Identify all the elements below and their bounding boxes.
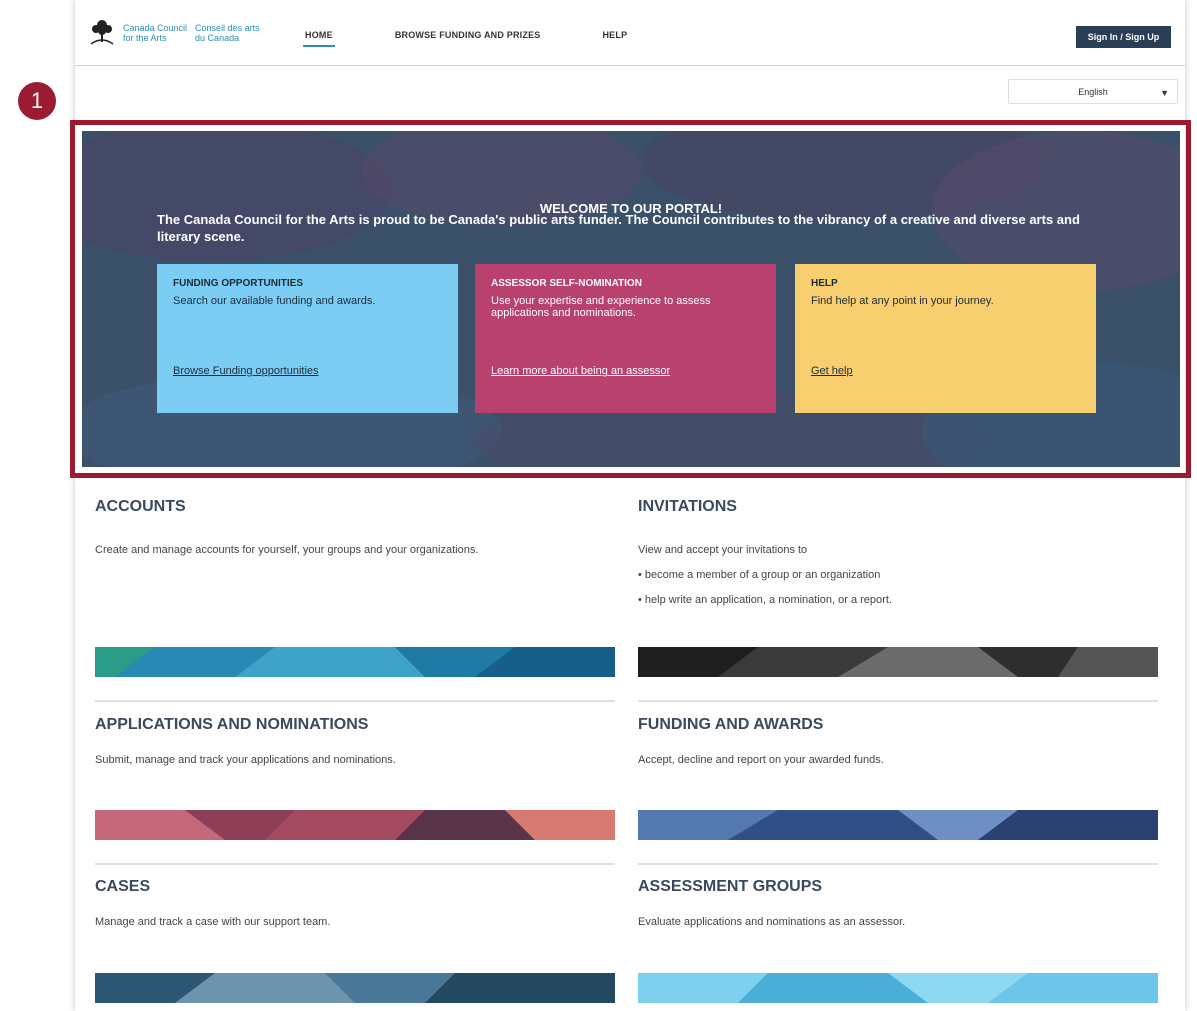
logo-fr-line2: du Canada	[195, 33, 240, 43]
nav-browse-funding[interactable]: BROWSE FUNDING AND PRIZES	[395, 30, 541, 40]
logo-en-line2: for the Arts	[123, 33, 167, 43]
nav-home[interactable]: HOME	[303, 30, 335, 47]
cases-banner	[95, 973, 615, 1003]
invitations-desc: View and accept your invitations to	[638, 544, 808, 556]
annotation-marker: 1	[18, 82, 56, 120]
applications-desc: Submit, manage and track your applicatio…	[95, 754, 396, 766]
applications-title: APPLICATIONS AND NOMINATIONS	[95, 716, 369, 733]
annotation-highlight-box	[70, 120, 1191, 478]
accounts-section[interactable]: ACCOUNTS Create and manage accounts for …	[95, 498, 615, 556]
divider	[95, 700, 615, 702]
logo-fr-line1: Conseil des arts	[195, 23, 260, 33]
invitations-bullet-1: • become a member of a group or an organ…	[638, 569, 881, 581]
funding-section[interactable]: FUNDING AND AWARDS Accept, decline and r…	[638, 716, 1158, 766]
divider	[638, 863, 1158, 865]
invitations-title: INVITATIONS	[638, 498, 737, 515]
sign-in-button[interactable]: Sign In / Sign Up	[1076, 26, 1171, 48]
assessment-section[interactable]: ASSESSMENT GROUPS Evaluate applications …	[638, 878, 1158, 928]
cases-section[interactable]: CASES Manage and track a case with our s…	[95, 878, 615, 928]
top-header: Canada Council for the Arts Conseil des …	[75, 0, 1185, 66]
cases-title: CASES	[95, 878, 151, 895]
assessment-desc: Evaluate applications and nominations as…	[638, 916, 906, 928]
divider	[638, 700, 1158, 702]
invitations-section[interactable]: INVITATIONS View and accept your invitat…	[638, 498, 1158, 606]
accounts-desc: Create and manage accounts for yourself,…	[95, 544, 479, 556]
funding-title: FUNDING AND AWARDS	[638, 716, 824, 733]
cases-desc: Manage and track a case with our support…	[95, 916, 331, 928]
applications-section[interactable]: APPLICATIONS AND NOMINATIONS Submit, man…	[95, 716, 615, 766]
main-nav: HOME BROWSE FUNDING AND PRIZES HELP	[303, 30, 689, 47]
logo-wordmark: Canada Council for the Arts Conseil des …	[123, 23, 268, 43]
assessment-banner	[638, 973, 1158, 1003]
tree-logo-icon	[90, 20, 114, 45]
applications-banner	[95, 810, 615, 840]
language-selected: English	[1078, 86, 1108, 97]
accounts-banner	[95, 647, 615, 677]
invitations-bullet-2: • help write an application, a nominatio…	[638, 594, 892, 606]
logo-en-line1: Canada Council	[123, 23, 188, 33]
chevron-down-icon: ▼	[1160, 88, 1169, 98]
assessment-title: ASSESSMENT GROUPS	[638, 878, 823, 895]
funding-banner	[638, 810, 1158, 840]
funding-desc: Accept, decline and report on your award…	[638, 754, 884, 766]
council-logo[interactable]: Canada Council for the Arts Conseil des …	[87, 18, 268, 48]
invitations-banner	[638, 647, 1158, 677]
nav-help[interactable]: HELP	[602, 30, 627, 40]
accounts-title: ACCOUNTS	[95, 498, 186, 515]
language-select[interactable]: English ▼	[1008, 79, 1178, 104]
divider	[95, 863, 615, 865]
